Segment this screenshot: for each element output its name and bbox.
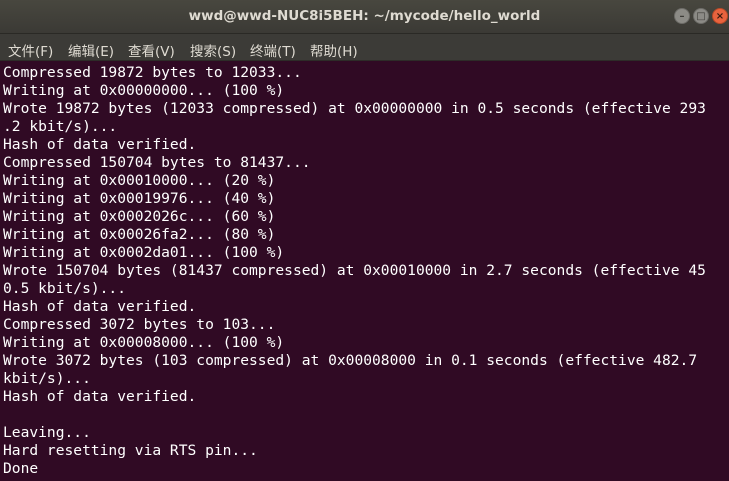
window-title: wwd@wwd-NUC8i5BEH: ~/mycode/hello_world (188, 8, 541, 24)
terminal-line: 0.5 kbit/s)... (3, 280, 127, 297)
menu-bar: 文件(F) 编辑(E) 查看(V) 搜索(S) 终端(T) 帮助(H) (0, 34, 729, 61)
menu-file[interactable]: 文件(F) (8, 40, 53, 60)
terminal-line: Hash of data verified. (3, 388, 197, 405)
terminal-line: Writing at 0x0002da01... (100 %) (3, 244, 285, 261)
terminal-line: Writing at 0x00026fa2... (80 %) (3, 226, 276, 243)
terminal-line: Hard resetting via RTS pin... (3, 442, 258, 459)
terminal-line: Leaving... (3, 424, 91, 441)
terminal-line: Done (3, 460, 39, 477)
menu-edit[interactable]: 编辑(E) (68, 40, 114, 60)
menu-search[interactable]: 搜索(S) (190, 40, 236, 60)
terminal-line: Wrote 150704 bytes (81437 compressed) at… (3, 262, 706, 279)
terminal-line: Writing at 0x0002026c... (60 %) (3, 208, 276, 225)
terminal-line: Writing at 0x00008000... (100 %) (3, 334, 285, 351)
minimize-icon[interactable]: – (674, 8, 690, 24)
terminal-line: Compressed 19872 bytes to 12033... (3, 64, 302, 81)
terminal-line: Compressed 150704 bytes to 81437... (3, 154, 311, 171)
terminal-line: Wrote 19872 bytes (12033 compressed) at … (3, 100, 706, 117)
terminal-line: kbit/s)... (3, 370, 91, 387)
terminal-line: Hash of data verified. (3, 298, 197, 315)
close-icon[interactable]: × (712, 8, 728, 24)
terminal-line: Wrote 3072 bytes (103 compressed) at 0x0… (3, 352, 698, 369)
title-bar[interactable]: wwd@wwd-NUC8i5BEH: ~/mycode/hello_world … (0, 0, 729, 34)
terminal-line: .2 kbit/s)... (3, 118, 118, 135)
terminal-line: Writing at 0x00010000... (20 %) (3, 172, 276, 189)
terminal-line: Writing at 0x00000000... (100 %) (3, 82, 285, 99)
menu-view[interactable]: 查看(V) (128, 40, 175, 60)
maximize-icon[interactable]: □ (693, 8, 709, 24)
terminal-line: Compressed 3072 bytes to 103... (3, 316, 276, 333)
terminal-output[interactable]: Compressed 19872 bytes to 12033... Writi… (3, 64, 727, 481)
terminal-line: Hash of data verified. (3, 136, 197, 153)
menu-terminal[interactable]: 终端(T) (250, 40, 296, 60)
terminal-window: wwd@wwd-NUC8i5BEH: ~/mycode/hello_world … (0, 0, 729, 481)
terminal-line: Writing at 0x00019976... (40 %) (3, 190, 276, 207)
menu-help[interactable]: 帮助(H) (310, 40, 358, 60)
